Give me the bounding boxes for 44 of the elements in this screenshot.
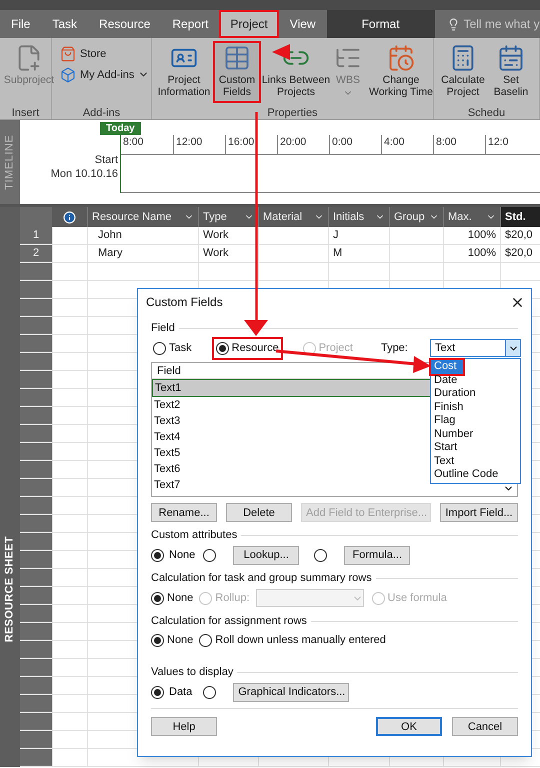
time-tick: 12:00 (173, 135, 225, 154)
group-label: Insert (10, 106, 40, 119)
table-cell-text: $20,0 (505, 228, 533, 244)
table-cell-text: Work (203, 228, 228, 244)
radio-label: Rollup: (215, 591, 250, 605)
radio-label: Use formula (388, 591, 447, 605)
table-cell-text: John (98, 228, 122, 244)
row-number: 1 (32, 228, 40, 243)
time-tick: 16:00 (225, 135, 277, 154)
section-title: Calculation for assignment rows (151, 614, 307, 628)
time-tick: 0:00 (329, 135, 381, 154)
group-label: Schedu (466, 106, 506, 119)
group-label: Properties (266, 106, 319, 119)
radio-label: Roll down unless manually entered (215, 633, 386, 647)
time-tick: 20:00 (277, 135, 329, 154)
tell-me-placeholder: Tell me what y (464, 16, 540, 33)
time-tick: 8:00 (433, 135, 485, 154)
time-tick: 4:00 (381, 135, 433, 154)
section-title: Custom attributes (151, 528, 238, 542)
table-cell-text: Mary (98, 246, 122, 262)
section-title: Field (151, 321, 175, 335)
type-label: Type: (380, 341, 408, 355)
radio-label: Data (169, 685, 192, 699)
time-tick: 8:00 (122, 135, 144, 150)
start-date: Mon 10.10.16 (50, 167, 118, 181)
start-label: Start (94, 153, 118, 167)
table-cell-text: J (333, 228, 338, 244)
radio-label: None (167, 591, 194, 605)
resource-sheet-label: RESOURCE SHEET (2, 536, 17, 642)
table-cell-text: Work (203, 246, 228, 262)
radio-label: None (169, 548, 196, 562)
radio-label: None (167, 633, 194, 647)
section-title: Values to display (151, 665, 234, 679)
group-label: Add-ins (82, 106, 122, 119)
dialog-title: Custom Fields (146, 295, 223, 309)
timeline-label: TIMELINE (2, 134, 17, 190)
table-cell-text: 100% (468, 246, 496, 262)
table-cell-text: $20,0 (505, 246, 533, 262)
row-number: 2 (32, 246, 40, 261)
today-marker: Today (100, 122, 141, 135)
time-tick: 12:0 (485, 135, 537, 154)
table-cell-text: 100% (468, 228, 496, 244)
table-cell-text: M (333, 246, 342, 262)
section-title: Calculation for task and group summary rows (151, 571, 372, 585)
